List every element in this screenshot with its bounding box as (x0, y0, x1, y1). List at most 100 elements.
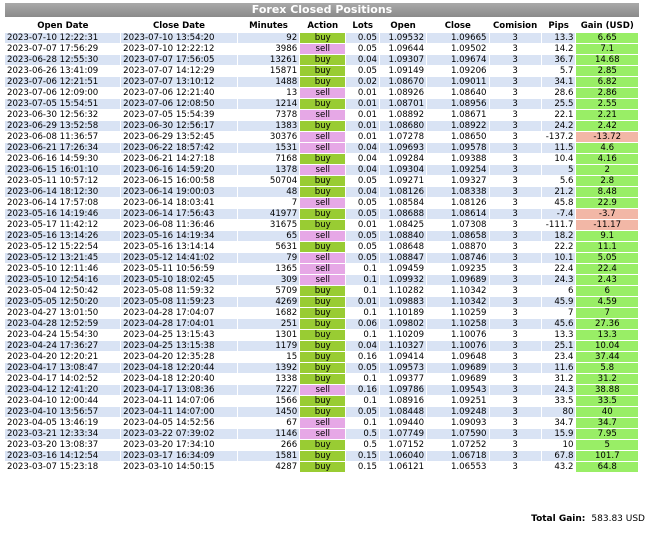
table-row: 2023-04-28 12:52:59 2023-04-28 17:04:01 25… (5, 318, 639, 330)
action-cell: sell (299, 142, 347, 154)
close-price-cell: 1.08870 (426, 241, 490, 253)
close-price-cell: 1.09254 (426, 164, 490, 176)
open-price-cell: 1.08892 (379, 109, 428, 121)
lots-cell: 0.5 (345, 439, 381, 451)
lots-cell: 0.05 (345, 208, 381, 220)
pips-cell: 18.2 (541, 230, 577, 242)
action-cell: buy (299, 120, 347, 132)
minutes-cell: 30376 (237, 131, 301, 143)
close-price-cell: 1.08640 (426, 87, 490, 99)
minutes-cell: 1450 (237, 406, 301, 418)
open-date-cell: 2023-06-15 16:01:10 (5, 164, 122, 176)
open-date-cell: 2023-06-16 14:59:30 (5, 153, 122, 165)
action-cell: buy (299, 186, 347, 198)
open-price-cell: 1.06121 (379, 461, 428, 473)
open-date-cell: 2023-04-10 12:00:44 (5, 395, 122, 407)
open-date-cell: 2023-05-12 15:22:54 (5, 241, 122, 253)
minutes-cell: 1146 (237, 428, 301, 440)
gain-cell: 8.48 (575, 186, 639, 198)
action-cell: sell (299, 164, 347, 176)
commission-cell: 3 (489, 340, 542, 352)
action-cell: sell (299, 87, 347, 99)
commission-cell: 3 (489, 252, 542, 264)
gain-cell: 34.7 (575, 417, 639, 429)
pips-cell: 43.2 (541, 461, 577, 473)
gain-cell: 4.16 (575, 153, 639, 165)
table-row: 2023-07-05 15:54:51 2023-07-06 12:08:50 12… (5, 98, 639, 110)
lots-cell: 0.1 (345, 285, 381, 297)
table-row: 2023-05-04 12:50:42 2023-05-08 11:59:32 57… (5, 285, 639, 297)
open-price-cell: 1.09786 (379, 384, 428, 396)
minutes-cell: 15 (237, 351, 301, 363)
close-date-cell: 2023-04-18 12:20:40 (120, 373, 238, 385)
close-date-cell: 2023-06-08 11:36:46 (120, 219, 238, 231)
commission-cell: 3 (489, 164, 542, 176)
lots-cell: 0.1 (345, 263, 381, 275)
commission-cell: 3 (489, 362, 542, 374)
close-date-cell: 2023-07-10 12:22:12 (120, 43, 238, 55)
close-date-cell: 2023-07-10 13:54:20 (120, 33, 238, 44)
table-body: 2023-07-10 12:22:31 2023-07-10 13:54:20 92… (5, 33, 639, 473)
minutes-cell: 1531 (237, 142, 301, 154)
close-date-cell: 2023-03-10 14:50:15 (120, 461, 238, 473)
gain-cell: 5.8 (575, 362, 639, 374)
gain-cell: 22.9 (575, 197, 639, 209)
minutes-cell: 251 (237, 318, 301, 330)
minutes-cell: 1378 (237, 164, 301, 176)
gain-cell: 10.04 (575, 340, 639, 352)
table-row: 2023-04-24 17:36:27 2023-04-25 13:15:38 11… (5, 340, 639, 352)
open-price-cell: 1.10327 (379, 340, 428, 352)
column-header: Comision (489, 19, 542, 33)
commission-cell: 3 (489, 230, 542, 242)
close-date-cell: 2023-06-14 17:56:43 (120, 208, 238, 220)
action-cell: buy (299, 329, 347, 341)
minutes-cell: 48 (237, 186, 301, 198)
lots-cell: 0.1 (345, 373, 381, 385)
action-cell: sell (299, 252, 347, 264)
close-date-cell: 2023-04-25 13:15:43 (120, 329, 238, 341)
commission-cell: 3 (489, 65, 542, 77)
minutes-cell: 67 (237, 417, 301, 429)
open-price-cell: 1.08448 (379, 406, 428, 418)
commission-cell: 3 (489, 87, 542, 99)
pips-cell: -111.7 (541, 219, 577, 231)
action-cell: buy (299, 362, 347, 374)
close-price-cell: 1.08922 (426, 120, 490, 132)
gain-cell: 6.82 (575, 76, 639, 88)
table-row: 2023-04-05 13:46:19 2023-04-05 14:52:56 67… (5, 417, 639, 429)
column-header: Open Date (5, 19, 121, 33)
open-price-cell: 1.06040 (379, 450, 428, 462)
table-row: 2023-06-28 12:55:30 2023-07-07 17:56:05 13… (5, 54, 639, 66)
gain-cell: 22.4 (575, 263, 639, 275)
pips-cell: -7.4 (541, 208, 577, 220)
pips-cell: 10.4 (541, 153, 577, 165)
gain-cell: 6.65 (575, 33, 639, 44)
close-price-cell: 1.08671 (426, 109, 490, 121)
gain-cell: 64.8 (575, 461, 639, 473)
open-price-cell: 1.07152 (379, 439, 428, 451)
open-price-cell: 1.10209 (379, 329, 428, 341)
lots-cell: 0.15 (345, 461, 381, 473)
commission-cell: 3 (489, 307, 542, 319)
pips-cell: 33.5 (541, 395, 577, 407)
total-gain-label: Total Gain: (531, 514, 586, 524)
table-row: 2023-04-24 15:54:30 2023-04-25 13:15:43 13… (5, 329, 639, 341)
close-price-cell: 1.09543 (426, 384, 490, 396)
pips-cell: 13.3 (541, 33, 577, 44)
open-date-cell: 2023-05-11 10:57:12 (5, 175, 122, 187)
close-date-cell: 2023-06-29 13:52:45 (120, 131, 238, 143)
table-row: 2023-03-20 13:08:37 2023-03-20 17:34:10 26… (5, 439, 639, 451)
commission-cell: 3 (489, 406, 542, 418)
column-header: Gain (USD) (575, 19, 639, 33)
close-price-cell: 1.08746 (426, 252, 490, 264)
close-price-cell: 1.08658 (426, 230, 490, 242)
minutes-cell: 7227 (237, 384, 301, 396)
pips-cell: 21.2 (541, 186, 577, 198)
pips-cell: 24.3 (541, 384, 577, 396)
lots-cell: 0.05 (345, 362, 381, 374)
open-date-cell: 2023-06-21 17:26:34 (5, 142, 122, 154)
open-date-cell: 2023-06-26 13:41:09 (5, 65, 122, 77)
table-row: 2023-07-06 12:09:00 2023-07-06 12:21:40 13… (5, 87, 639, 99)
open-date-cell: 2023-03-07 15:23:18 (5, 461, 122, 473)
column-header: Close (426, 19, 490, 33)
